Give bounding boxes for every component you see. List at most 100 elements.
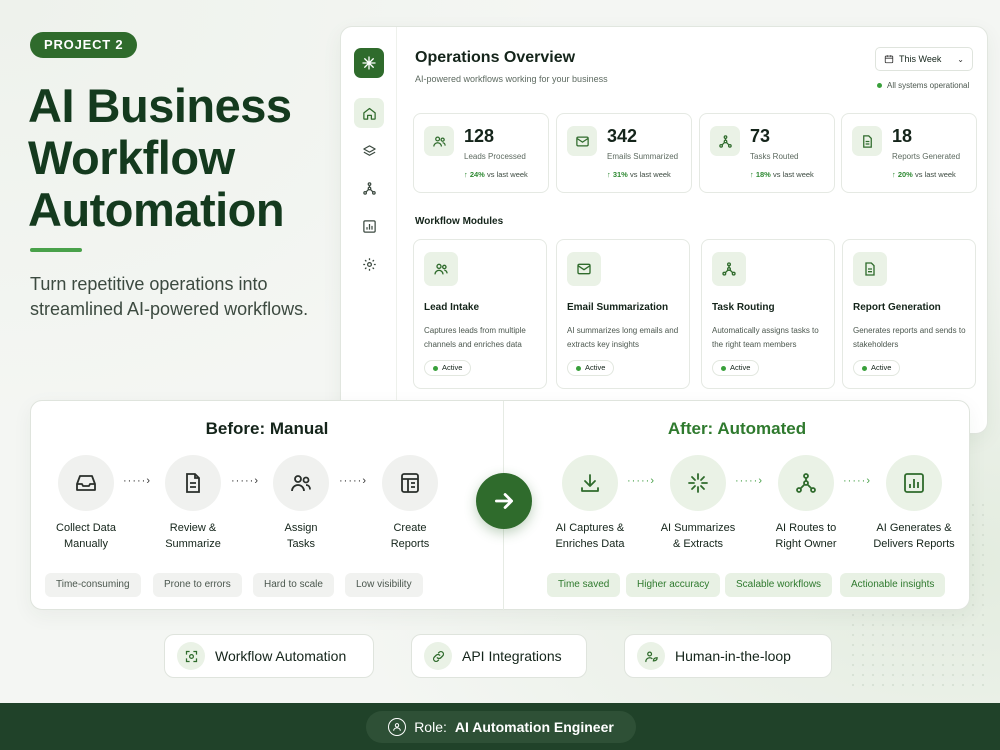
stat-card-emails[interactable]: 342 Emails Summarized ↑ 31% vs last week xyxy=(556,113,692,193)
step-caption-line: AI Captures & xyxy=(555,522,625,534)
module-card-report-generation[interactable]: Report Generation Generates reports and … xyxy=(842,239,976,389)
document-icon xyxy=(853,252,887,286)
stat-card-reports[interactable]: 18 Reports Generated ↑ 20% vs last week xyxy=(841,113,977,193)
calendar-icon xyxy=(884,55,894,64)
hero-underline xyxy=(30,248,82,252)
stat-trend: ↑ 24% vs last week xyxy=(464,170,528,179)
modules-heading: Workflow Modules xyxy=(415,216,504,227)
tag-before: Hard to scale xyxy=(253,573,334,597)
stat-value: 128 xyxy=(464,126,495,146)
sidebar xyxy=(341,27,397,433)
module-title: Task Routing xyxy=(712,302,775,313)
status-badge: Active xyxy=(712,360,760,376)
step-caption: Create Reports xyxy=(355,520,465,552)
step-caption-line: Tasks xyxy=(286,538,316,550)
stat-trend: ↑ 18% vs last week xyxy=(750,170,814,179)
system-status: All systems operational xyxy=(877,81,969,90)
bar-chart-icon xyxy=(886,455,942,511)
tag-before: Time-consuming xyxy=(45,573,141,597)
step-caption-line: Enriches Data xyxy=(555,538,625,550)
stat-label: Emails Summarized xyxy=(607,152,679,161)
period-select-value: This Week xyxy=(899,54,942,64)
stat-trend: ↑ 20% vs last week xyxy=(892,170,956,179)
before-step: Assign Tasks xyxy=(246,455,356,552)
before-step: Collect Data Manually xyxy=(31,455,141,552)
stat-trend: ↑ 31% vs last week xyxy=(607,170,671,179)
users-icon xyxy=(424,252,458,286)
stat-card-leads[interactable]: 128 Leads Processed ↑ 24% vs last week xyxy=(413,113,549,193)
step-caption: Review & Summarize xyxy=(138,520,248,552)
document-icon xyxy=(852,126,882,156)
before-step: Create Reports xyxy=(355,455,465,552)
gear-icon[interactable] xyxy=(354,249,384,279)
status-dot xyxy=(862,365,867,371)
home-icon[interactable] xyxy=(354,98,384,128)
layers-icon[interactable] xyxy=(354,136,384,166)
module-card-email-summarization[interactable]: Email Summarization AI summarizes long e… xyxy=(556,239,690,389)
sparkle-logo-icon[interactable] xyxy=(354,48,384,78)
project-badge: PROJECT 2 xyxy=(30,32,138,58)
stat-value: 18 xyxy=(892,126,913,146)
dashboard-title: Operations Overview xyxy=(415,49,576,66)
status-badge: Active xyxy=(567,360,615,376)
tag-after: Actionable insights xyxy=(840,573,946,597)
stat-change-suffix: vs last week xyxy=(629,170,671,179)
status-dot xyxy=(721,365,726,371)
chevron-down-icon: ⌄ xyxy=(957,54,964,64)
sparkle-icon xyxy=(670,455,726,511)
stat-change: 24% xyxy=(469,170,485,179)
document-icon xyxy=(165,455,221,511)
status-badge-label: Active xyxy=(585,363,606,372)
status-badge: Active xyxy=(424,360,472,376)
step-caption: AI Generates & Delivers Reports xyxy=(859,520,969,552)
footer-bar: Role: AI Automation Engineer xyxy=(0,703,1000,750)
capability-workflow-automation: Workflow Automation xyxy=(164,634,374,678)
stat-label: Reports Generated xyxy=(892,152,961,161)
stat-change: 18% xyxy=(755,170,771,179)
step-caption-line: Review & xyxy=(169,522,217,534)
after-step: AI Summarizes & Extracts xyxy=(643,455,753,552)
step-caption: AI Summarizes & Extracts xyxy=(643,520,753,552)
role-badge: Role: AI Automation Engineer xyxy=(366,711,636,743)
after-step: AI Captures & Enriches Data xyxy=(535,455,645,552)
stat-value: 73 xyxy=(750,126,771,146)
stat-change-suffix: vs last week xyxy=(914,170,956,179)
stat-value: 342 xyxy=(607,126,638,146)
step-caption-line: AI Summarizes xyxy=(660,522,736,534)
step-caption-line: AI Generates & xyxy=(876,522,952,534)
dashboard-subtitle: AI-powered workflows working for your bu… xyxy=(415,74,608,84)
step-caption-line: Collect Data xyxy=(56,522,116,534)
capability-human-in-the-loop: Human-in-the-loop xyxy=(624,634,832,678)
network-icon xyxy=(712,252,746,286)
stat-change: 20% xyxy=(897,170,913,179)
status-badge-label: Active xyxy=(442,363,463,372)
link-icon xyxy=(424,642,452,670)
download-icon xyxy=(562,455,618,511)
after-step: AI Routes to Right Owner xyxy=(751,455,861,552)
stat-change-suffix: vs last week xyxy=(772,170,814,179)
after-title: After: Automated xyxy=(667,419,807,438)
network-icon[interactable] xyxy=(354,173,384,203)
focus-icon xyxy=(177,642,205,670)
users-icon xyxy=(273,455,329,511)
step-caption-line: & Extracts xyxy=(672,538,724,550)
step-caption: Assign Tasks xyxy=(246,520,356,552)
module-card-lead-intake[interactable]: Lead Intake Captures leads from multiple… xyxy=(413,239,547,389)
after-step: AI Generates & Delivers Reports xyxy=(859,455,969,552)
module-description: Captures leads from multiple channels an… xyxy=(424,326,526,349)
period-select[interactable]: This Week ⌄ xyxy=(875,47,973,71)
user-leaf-icon xyxy=(637,642,665,670)
step-caption-line: Reports xyxy=(390,538,430,550)
dashboard-window: Operations Overview AI-powered workflows… xyxy=(340,26,988,434)
before-step: Review & Summarize xyxy=(138,455,248,552)
table-icon xyxy=(382,455,438,511)
capability-label: API Integrations xyxy=(462,648,562,664)
mail-icon xyxy=(567,126,597,156)
stat-change: 31% xyxy=(612,170,628,179)
before-title: Before: Manual xyxy=(205,419,329,438)
module-title: Report Generation xyxy=(853,302,941,313)
stat-card-tasks[interactable]: 73 Tasks Routed ↑ 18% vs last week xyxy=(699,113,835,193)
bar-chart-icon[interactable] xyxy=(354,211,384,241)
module-card-task-routing[interactable]: Task Routing Automatically assigns tasks… xyxy=(701,239,835,389)
users-icon xyxy=(424,126,454,156)
